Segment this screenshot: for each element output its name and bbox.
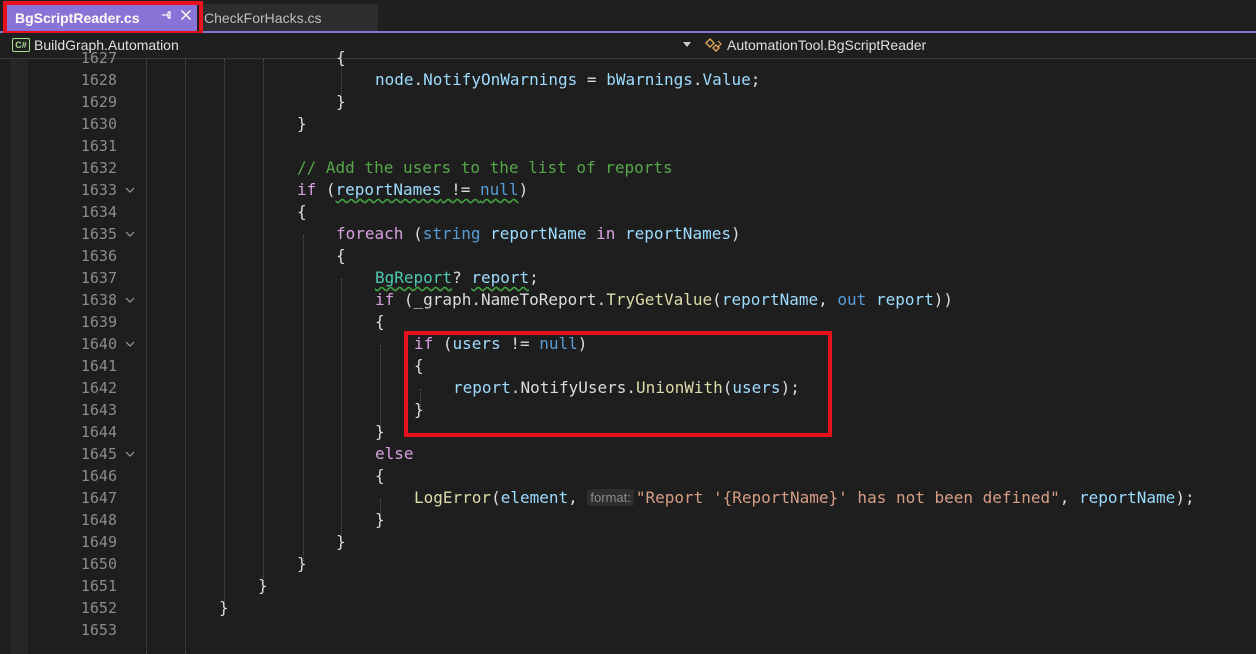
code-text: } — [258, 576, 268, 595]
code-text: if (reportNames != null) — [297, 180, 529, 199]
code-line[interactable]: 1639 { — [0, 311, 1256, 333]
line-number: 1646 — [80, 467, 117, 485]
line-number: 1647 — [80, 489, 117, 507]
line-number: 1632 — [80, 159, 117, 177]
line-number: 1642 — [80, 379, 117, 397]
line-number: 1639 — [80, 313, 117, 331]
code-text: { — [414, 356, 424, 375]
code-text: } — [297, 114, 307, 133]
line-number: 1641 — [80, 357, 117, 375]
code-line[interactable]: 1629 } — [0, 91, 1256, 113]
code-line[interactable]: 1644 } — [0, 421, 1256, 443]
line-number: 1648 — [80, 511, 117, 529]
line-number: 1637 — [80, 269, 117, 287]
code-line[interactable]: 1649 } — [0, 531, 1256, 553]
line-number: 1633 — [80, 181, 117, 199]
tab-label: CheckForHacks.cs — [204, 9, 322, 26]
code-text: } — [336, 92, 346, 111]
code-text: LogError(element, format: "Report '{Repor… — [414, 488, 1195, 507]
code-line[interactable]: 1628 node.NotifyOnWarnings = bWarnings.V… — [0, 69, 1256, 91]
code-text: else — [375, 444, 414, 463]
tab-bgscriptreader[interactable]: BgScriptReader.cs — [7, 4, 197, 31]
code-line[interactable]: 1637 BgReport? report; — [0, 267, 1256, 289]
code-line[interactable]: 1647 LogError(element, format: "Report '{… — [0, 487, 1256, 509]
code-text: { — [297, 202, 307, 221]
code-text: if (_graph.NameToReport.TryGetValue(repo… — [375, 290, 954, 309]
line-number: 1652 — [80, 599, 117, 617]
code-line[interactable]: 1638 if (_graph.NameToReport.TryGetValue… — [0, 289, 1256, 311]
pin-icon[interactable] — [160, 9, 172, 21]
line-number: 1629 — [80, 93, 117, 111]
chevron-down-icon[interactable] — [125, 296, 135, 304]
chevron-down-icon[interactable] — [125, 340, 135, 348]
line-number: 1645 — [80, 445, 117, 463]
code-comment: // Add the users to the list of reports — [297, 158, 673, 177]
code-line[interactable]: 1636 { — [0, 245, 1256, 267]
line-number: 1651 — [80, 577, 117, 595]
code-line[interactable]: 1641 { — [0, 355, 1256, 377]
code-line[interactable]: 1651 } — [0, 575, 1256, 597]
code-text: if (users != null) — [414, 334, 588, 353]
chevron-down-icon[interactable] — [125, 450, 135, 458]
code-text: } — [375, 422, 385, 441]
code-line[interactable]: 1645 else — [0, 443, 1256, 465]
code-text: node.NotifyOnWarnings = bWarnings.Value; — [375, 70, 761, 89]
code-text: } — [414, 400, 424, 419]
code-line[interactable]: 1634 { — [0, 201, 1256, 223]
code-line[interactable]: 1650 } — [0, 553, 1256, 575]
line-number: 1644 — [80, 423, 117, 441]
line-number: 1638 — [80, 291, 117, 309]
code-line[interactable]: 1632 // Add the users to the list of rep… — [0, 157, 1256, 179]
code-text: } — [375, 510, 385, 529]
chevron-down-icon[interactable] — [125, 230, 135, 238]
code-text: BgReport? report; — [375, 268, 539, 287]
code-line[interactable]: 1635 foreach (string reportName in repor… — [0, 223, 1256, 245]
code-text: } — [219, 598, 229, 617]
code-line[interactable]: 1652 } — [0, 597, 1256, 619]
close-icon[interactable] — [180, 9, 192, 21]
line-number: 1634 — [80, 203, 117, 221]
document-tab-bar: BgScriptReader.cs CheckForHacks.cs — [0, 0, 1256, 33]
line-number: 1640 — [80, 335, 117, 353]
tab-label: BgScriptReader.cs — [15, 9, 140, 26]
parameter-hint: format: — [587, 489, 634, 506]
line-number: 1631 — [80, 137, 117, 155]
line-number: 1643 — [80, 401, 117, 419]
code-line[interactable]: 1627 { — [0, 47, 1256, 69]
code-line[interactable]: 1633 if (reportNames != null) — [0, 179, 1256, 201]
code-line[interactable]: 1648 } — [0, 509, 1256, 531]
line-number: 1653 — [80, 621, 117, 639]
code-line[interactable]: 1630 } — [0, 113, 1256, 135]
code-editor[interactable]: 1627 { 1628 node.NotifyOnWarnings = bWar… — [0, 48, 1256, 654]
code-line[interactable]: 1643 } — [0, 399, 1256, 421]
code-text: foreach (string reportName in reportName… — [336, 224, 741, 243]
code-text: } — [336, 532, 346, 551]
chevron-down-icon[interactable] — [125, 186, 135, 194]
code-text: { — [375, 466, 385, 485]
code-line[interactable]: 1631 — [0, 135, 1256, 157]
code-line[interactable]: 1653 — [0, 619, 1256, 641]
tab-checkforhacks[interactable]: CheckForHacks.cs — [200, 4, 378, 31]
code-text: } — [297, 554, 307, 573]
code-text: { — [336, 48, 346, 67]
line-number: 1650 — [80, 555, 117, 573]
line-number: 1649 — [80, 533, 117, 551]
code-text: report.NotifyUsers.UnionWith(users); — [453, 378, 800, 397]
code-text: { — [336, 246, 346, 265]
line-number: 1627 — [80, 49, 117, 67]
line-number: 1636 — [80, 247, 117, 265]
line-number: 1635 — [80, 225, 117, 243]
code-line[interactable]: 1646 { — [0, 465, 1256, 487]
code-line[interactable]: 1640 if (users != null) — [0, 333, 1256, 355]
code-line[interactable]: 1642 report.NotifyUsers.UnionWith(users)… — [0, 377, 1256, 399]
line-number: 1630 — [80, 115, 117, 133]
line-number: 1628 — [80, 71, 117, 89]
code-text: { — [375, 312, 385, 331]
